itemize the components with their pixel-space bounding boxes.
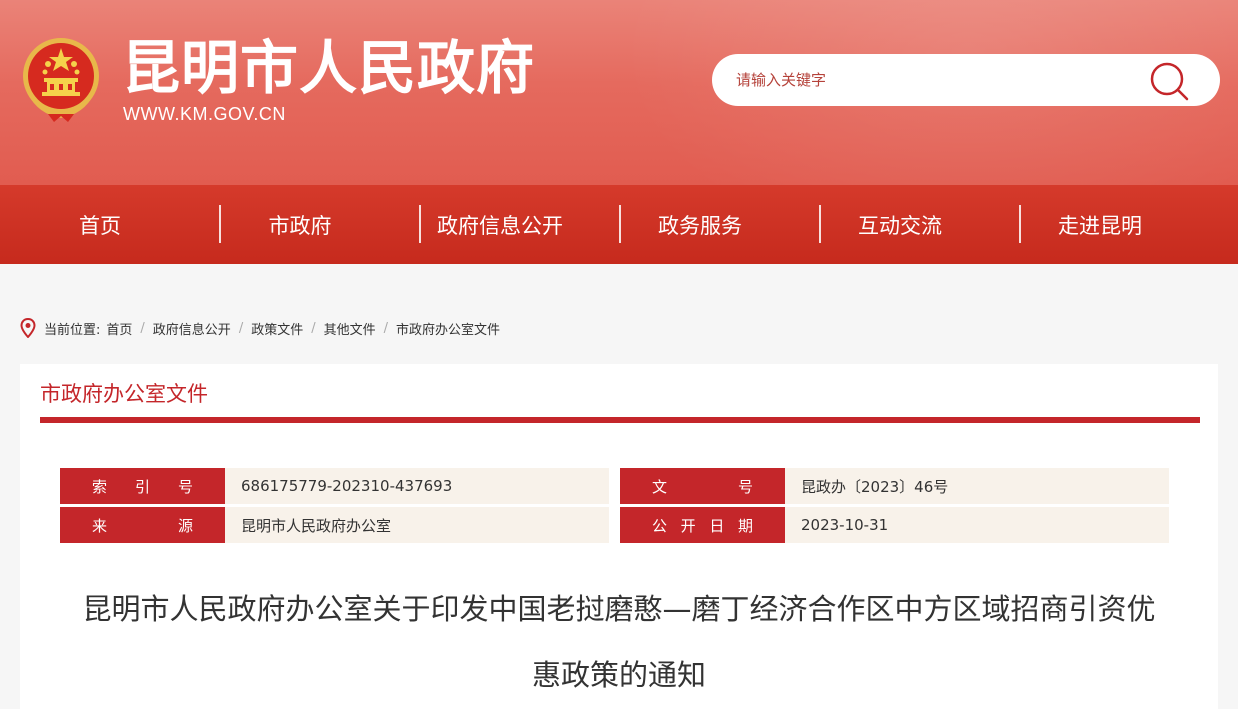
nav-item-interaction[interactable]: 互动交流 — [800, 185, 1000, 264]
national-emblem-icon[interactable] — [18, 34, 104, 124]
breadcrumb-other-docs[interactable]: 其他文件 — [324, 319, 376, 338]
nav-item-label: 首页 — [79, 213, 121, 238]
nav-item-gov-services[interactable]: 政务服务 — [600, 185, 800, 264]
main-nav: 首页 市政府 政府信息公开 政务服务 互动交流 走进昆明 — [0, 185, 1238, 264]
search-input[interactable] — [736, 54, 1136, 106]
nav-item-city-government[interactable]: 市政府 — [200, 185, 400, 264]
document-title-line1: 昆明市人民政府办公室关于印发中国老挝磨憨—磨丁经济合作区中方区域招商引资优 — [82, 592, 1156, 626]
nav-item-label: 政府信息公开 — [437, 213, 563, 238]
content-panel: 市政府办公室文件 索 引 号 686175779-202310-437693 文… — [20, 364, 1218, 709]
site-header: 昆明市人民政府 WWW.KM.GOV.CN — [0, 0, 1238, 185]
search-box — [712, 54, 1220, 106]
nav-item-label: 政务服务 — [658, 213, 742, 238]
nav-divider — [419, 205, 421, 243]
nav-divider — [819, 205, 821, 243]
breadcrumb-home[interactable]: 首页 — [106, 319, 132, 338]
breadcrumb: 当前位置: 首页 / 政府信息公开 / 政策文件 / 其他文件 / 市政府办公室… — [20, 316, 500, 340]
breadcrumb-separator: / — [140, 320, 145, 336]
nav-divider — [1019, 205, 1021, 243]
breadcrumb-prefix: 当前位置: — [44, 322, 101, 338]
meta-label-source: 来 源 — [60, 507, 225, 543]
breadcrumb-separator: / — [238, 320, 244, 336]
nav-item-home[interactable]: 首页 — [0, 185, 200, 264]
nav-item-label: 市政府 — [268, 213, 332, 238]
panel-title-rule — [40, 417, 1200, 423]
meta-label-docno: 文 号 — [620, 468, 785, 504]
site-title[interactable]: 昆明市人民政府 — [122, 36, 535, 100]
document-title: 昆明市人民政府办公室关于印发中国老挝磨憨—磨丁经济合作区中方区域招商引资优 惠政… — [20, 576, 1218, 708]
nav-item-about-kunming[interactable]: 走进昆明 — [1000, 185, 1200, 264]
meta-row: 索 引 号 686175779-202310-437693 — [60, 468, 609, 504]
meta-label-date: 公 开 日 期 — [620, 507, 785, 543]
breadcrumb-separator: / — [383, 320, 389, 336]
nav-item-info-disclosure[interactable]: 政府信息公开 — [400, 185, 600, 264]
meta-row: 来 源 昆明市人民政府办公室 — [60, 507, 609, 543]
meta-row: 文 号 昆政办〔2023〕46号 — [620, 468, 1169, 504]
nav-divider — [219, 205, 221, 243]
breadcrumb-separator: / — [311, 320, 316, 336]
nav-divider — [619, 205, 621, 243]
breadcrumb-office-docs[interactable]: 市政府办公室文件 — [396, 319, 500, 338]
search-icon[interactable] — [1148, 60, 1190, 102]
meta-value-index: 686175779-202310-437693 — [225, 468, 609, 504]
breadcrumb-info-disclosure[interactable]: 政府信息公开 — [153, 319, 231, 338]
breadcrumb-policy-docs[interactable]: 政策文件 — [251, 319, 303, 338]
meta-value-docno: 昆政办〔2023〕46号 — [785, 468, 1169, 504]
document-title-line2: 惠政策的通知 — [531, 658, 706, 692]
location-pin-icon — [20, 318, 36, 338]
meta-label-index: 索 引 号 — [60, 468, 225, 504]
meta-value-date: 2023-10-31 — [785, 507, 1169, 543]
site-url: WWW.KM.GOV.CN — [123, 104, 286, 124]
panel-title: 市政府办公室文件 — [40, 382, 208, 406]
nav-item-label: 走进昆明 — [1058, 213, 1142, 238]
meta-value-source: 昆明市人民政府办公室 — [225, 507, 609, 543]
nav-item-label: 互动交流 — [858, 213, 942, 238]
meta-row: 公 开 日 期 2023-10-31 — [620, 507, 1169, 543]
